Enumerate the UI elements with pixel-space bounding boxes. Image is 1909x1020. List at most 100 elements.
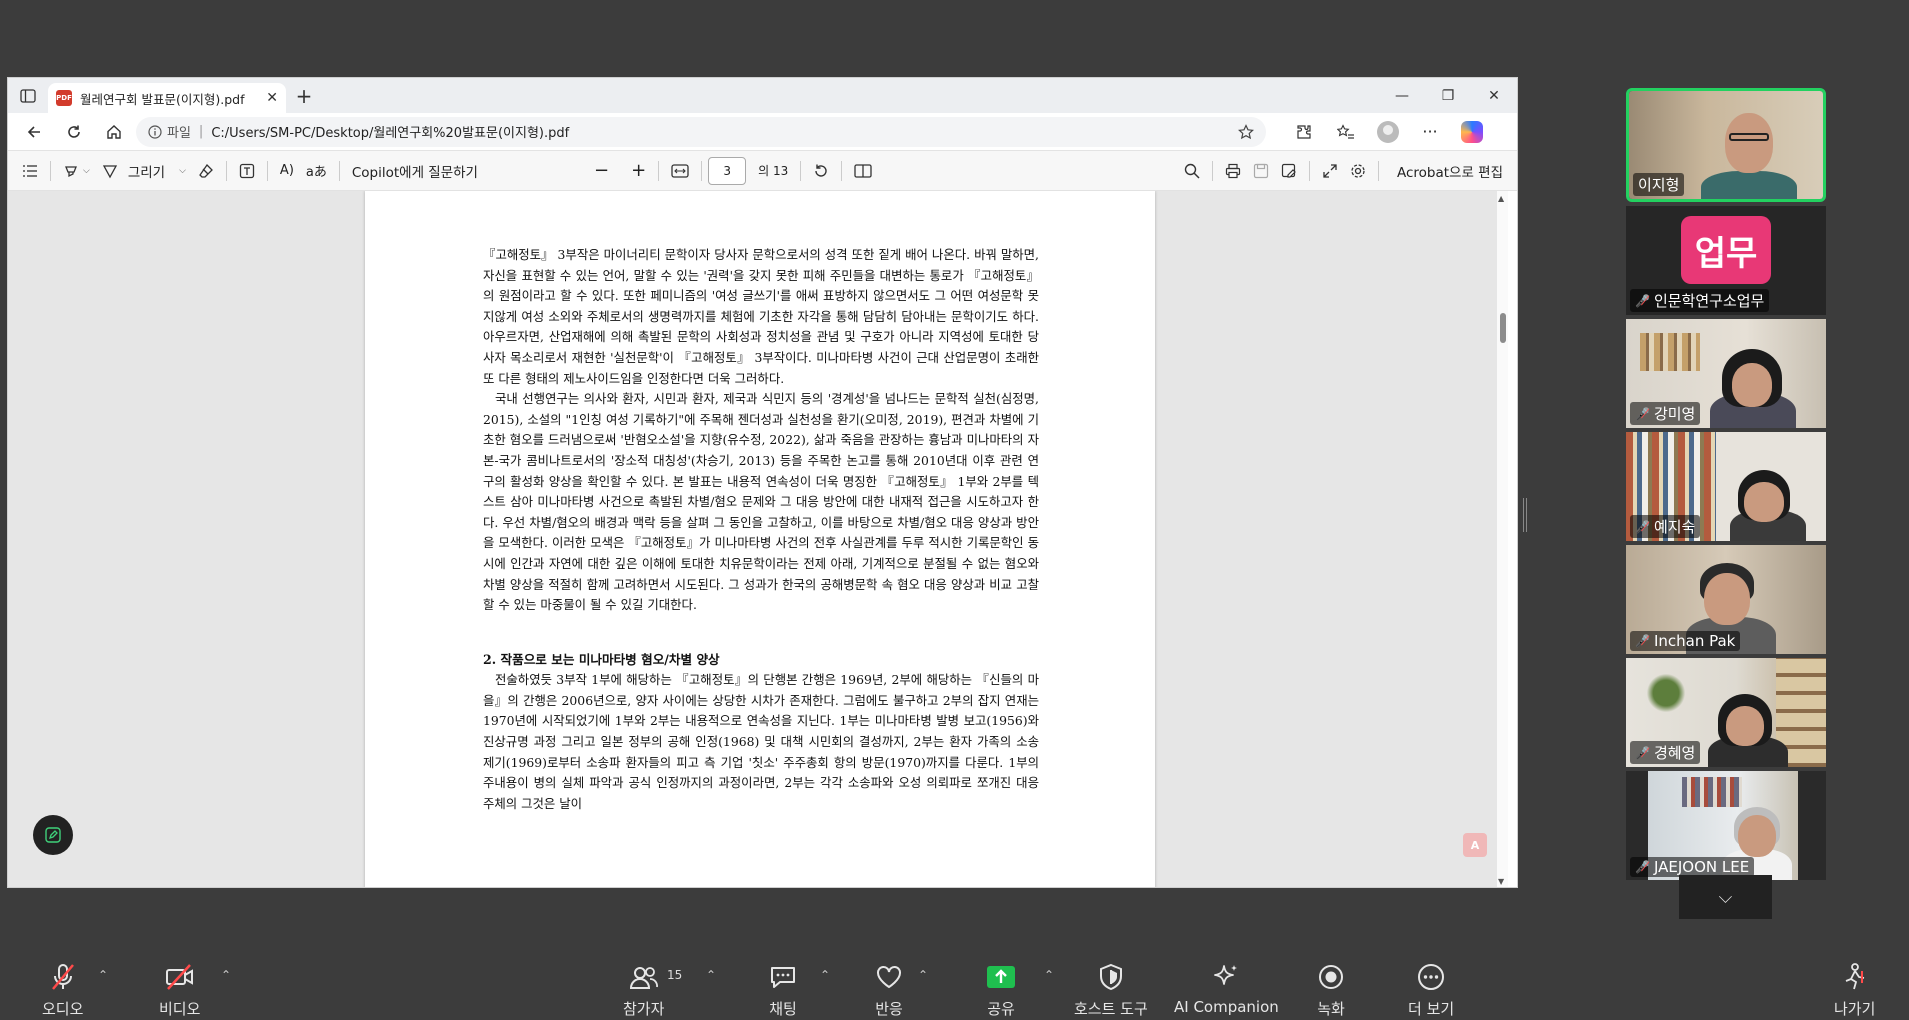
rotate-button[interactable]	[807, 156, 835, 186]
draw-button[interactable]: 그리기 ⌵	[96, 156, 192, 186]
pdf-text-body: 『고해정토』 3부작은 마이너리티 문학이자 당사자 문학으로서의 성격 또한 …	[483, 245, 1039, 814]
close-tab-icon[interactable]: ✕	[266, 90, 278, 106]
mic-muted-icon: 🎤̸	[1635, 293, 1650, 308]
annotate-button[interactable]	[33, 815, 73, 855]
host-tools-button[interactable]: 호스트 도구	[1074, 962, 1148, 1019]
settings-more-button[interactable]: ···	[1410, 117, 1450, 147]
vertical-scrollbar[interactable]: ▲ ▼	[1497, 191, 1508, 887]
chat-label: 채팅	[769, 1000, 797, 1018]
zoom-out-button[interactable]: −	[588, 156, 615, 186]
participants-icon	[629, 962, 659, 992]
participant-tile[interactable]: 업무 🎤̸ 인문학연구소업무	[1626, 206, 1826, 315]
person-face	[1704, 573, 1750, 625]
audio-options-chevron-icon[interactable]: ⌃	[98, 968, 108, 982]
scroll-up-icon[interactable]: ▲	[1498, 194, 1504, 203]
participants-options-chevron-icon[interactable]: ⌃	[706, 968, 716, 982]
participant-tile[interactable]: 🎤̸ Inchan Pak	[1626, 545, 1826, 654]
pdf-page: 『고해정토』 3부작은 마이너리티 문학이자 당사자 문학으로서의 성격 또한 …	[365, 191, 1155, 887]
refresh-button[interactable]	[56, 117, 92, 147]
chevron-down-icon: ⌵	[1718, 886, 1733, 908]
tab-actions-button[interactable]	[8, 78, 48, 113]
participant-tile[interactable]: 🎤̸ 경혜영	[1626, 658, 1826, 767]
ai-companion-button[interactable]: AI Companion	[1174, 962, 1279, 1016]
bookshelf	[1640, 333, 1700, 371]
splitter-handle[interactable]	[1523, 498, 1527, 532]
page-number-input[interactable]: 3	[708, 156, 747, 185]
tab-title: 월레연구회 발표문(이지형).pdf	[80, 91, 245, 107]
add-text-button[interactable]	[233, 156, 261, 186]
participant-tile[interactable]: 🎤̸ 강미영	[1626, 319, 1826, 428]
shield-icon	[1097, 962, 1125, 992]
pdf-settings-button[interactable]	[1344, 156, 1372, 186]
mic-muted-icon: 🎤̸	[1635, 745, 1650, 760]
extensions-button[interactable]	[1284, 117, 1324, 147]
print-button[interactable]	[1219, 156, 1247, 186]
page-total-label: 의 13	[758, 164, 789, 178]
page-view-button[interactable]	[848, 156, 878, 186]
person-face	[1726, 706, 1764, 746]
chat-options-chevron-icon[interactable]: ⌃	[820, 968, 830, 982]
favorite-star-icon[interactable]	[1238, 123, 1254, 140]
fit-width-button[interactable]	[665, 156, 695, 186]
profile-avatar-icon	[1377, 120, 1399, 143]
participant-tile[interactable]: 🎤̸ JAEJOON LEE	[1626, 771, 1826, 880]
save-button[interactable]	[1247, 156, 1275, 186]
close-window-button[interactable]: ✕	[1471, 78, 1517, 113]
video-button[interactable]: 비디오	[159, 962, 200, 1019]
read-aloud-button[interactable]: A)	[274, 156, 300, 186]
contents-button[interactable]	[16, 156, 44, 186]
share-options-chevron-icon[interactable]: ⌃	[1044, 968, 1054, 982]
save-as-button[interactable]	[1275, 156, 1303, 186]
home-button[interactable]	[96, 117, 132, 147]
text-box-icon	[239, 163, 255, 178]
chat-button[interactable]: 채팅	[768, 962, 798, 1019]
copilot-button[interactable]	[1452, 117, 1492, 147]
zoom-in-button[interactable]: +	[625, 156, 652, 186]
edit-in-acrobat-button[interactable]: Acrobat으로 편집	[1391, 156, 1509, 186]
scroll-down-icon[interactable]: ▼	[1498, 877, 1504, 886]
scrollbar-thumb[interactable]	[1500, 313, 1506, 343]
browser-tab[interactable]: PDF 월레연구회 발표문(이지형).pdf ✕	[48, 83, 286, 113]
gallery-scroll-down-button[interactable]: ⌵	[1679, 875, 1772, 919]
participants-button[interactable]: 참가자	[623, 962, 664, 1019]
person-face	[1738, 815, 1776, 857]
participant-tile[interactable]: 이지형	[1626, 88, 1826, 202]
reactions-options-chevron-icon[interactable]: ⌃	[918, 968, 928, 982]
profile-button[interactable]	[1368, 117, 1408, 147]
site-info-button[interactable]: 파일	[148, 122, 191, 141]
more-button[interactable]: 더 보기	[1408, 962, 1454, 1019]
participant-tile[interactable]: 🎤̸ 예지숙	[1626, 432, 1826, 541]
url-bar[interactable]: 파일 | C:/Users/SM-PC/Desktop/월레연구회%20발표문(…	[136, 116, 1266, 147]
toolbar-divider	[225, 160, 227, 181]
back-button[interactable]	[16, 117, 52, 147]
video-options-chevron-icon[interactable]: ⌃	[221, 968, 231, 982]
find-button[interactable]	[1178, 156, 1206, 186]
reactions-button[interactable]: 반응	[874, 962, 904, 1019]
person-face	[1725, 113, 1773, 173]
read-aloud-icon: A)	[279, 163, 294, 178]
search-icon	[1184, 163, 1200, 179]
leave-button[interactable]: 나가기	[1834, 962, 1875, 1019]
pdf-viewport[interactable]: 『고해정토』 3부작은 마이너리티 문학이자 당사자 문학으로서의 성격 또한 …	[8, 191, 1508, 887]
favorites-button[interactable]	[1326, 117, 1366, 147]
audio-button[interactable]: 오디오	[42, 962, 83, 1019]
mic-off-icon	[49, 962, 77, 992]
toolbar-divider	[266, 160, 268, 181]
restore-button[interactable]: ❐	[1425, 78, 1471, 113]
fullscreen-button[interactable]	[1316, 156, 1344, 186]
acrobat-icon[interactable]: A	[1463, 833, 1487, 857]
mic-muted-icon: 🎤̸	[1635, 634, 1650, 648]
record-button[interactable]: 녹화	[1316, 962, 1346, 1019]
participant-name: 경혜영	[1653, 744, 1696, 762]
new-tab-button[interactable]: +	[286, 78, 322, 113]
participant-avatar: 업무	[1681, 216, 1771, 284]
erase-button[interactable]	[192, 156, 220, 186]
share-button[interactable]: 공유	[986, 962, 1016, 1019]
translate-button[interactable]: aあ	[300, 156, 333, 186]
minimize-button[interactable]: —	[1379, 78, 1425, 113]
host-tools-label: 호스트 도구	[1074, 1000, 1148, 1018]
highlight-button[interactable]: ⌵	[57, 156, 96, 186]
ask-copilot-button[interactable]: Copilot에게 질문하기	[346, 156, 484, 186]
save-icon	[1253, 163, 1269, 178]
reactions-label: 반응	[875, 1000, 903, 1018]
